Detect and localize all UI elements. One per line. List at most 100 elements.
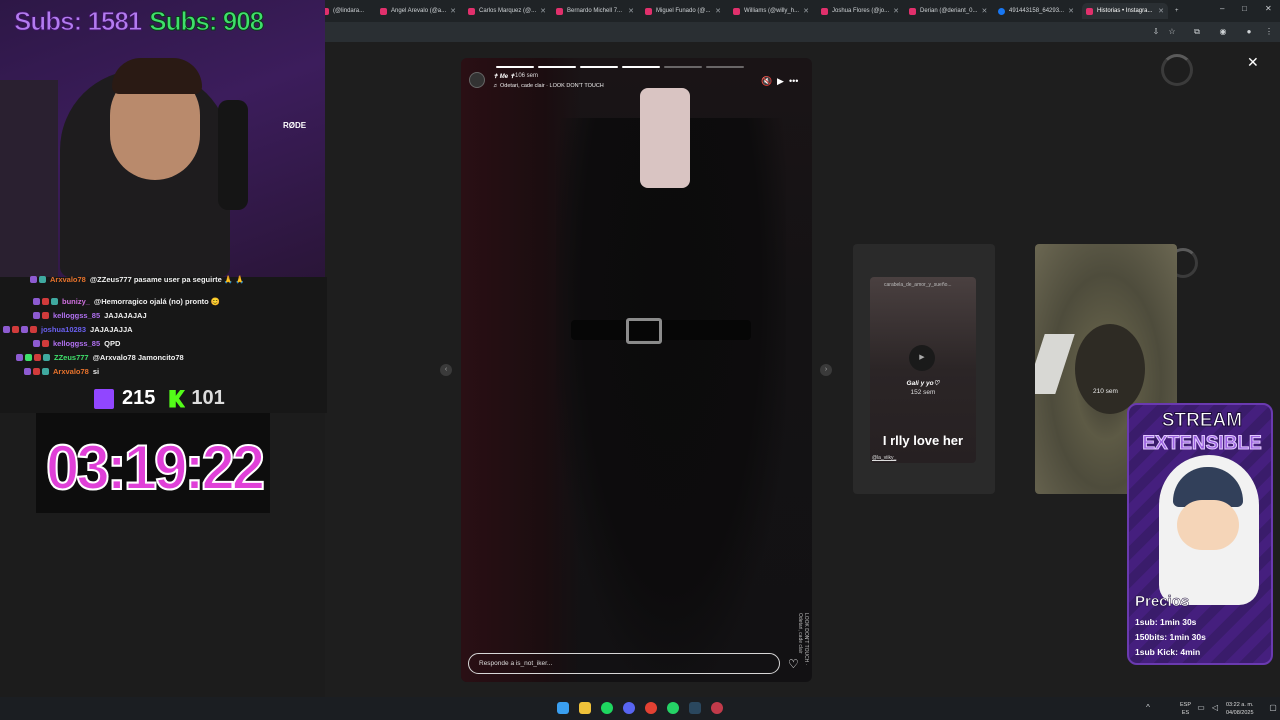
chat-message: joshua10283 JAJAJAJJA bbox=[3, 322, 133, 336]
instagram-icon bbox=[645, 7, 652, 15]
close-window-button[interactable]: ✕ bbox=[1265, 4, 1272, 13]
app-icon[interactable] bbox=[711, 702, 723, 714]
instagram-icon bbox=[556, 7, 563, 15]
mic-brand: RØDE bbox=[283, 121, 307, 130]
story-username[interactable]: ✝ Me ✝ bbox=[493, 73, 515, 80]
chat-message: bunizy_ @Hemorragico ojalá (no) pronto 😊 bbox=[33, 294, 220, 308]
mascot-face bbox=[1177, 500, 1239, 550]
twitch-viewer-count: 215 bbox=[122, 387, 156, 409]
price-item: 1sub: 1min 30s bbox=[1135, 617, 1197, 627]
volume-icon[interactable]: ◁ bbox=[1210, 703, 1220, 713]
windows-taskbar: ^ ESP ES ▭ ◁ 03:22 a. m. 04/08/2025 ▢ bbox=[0, 697, 1280, 720]
instagram-icon bbox=[1086, 7, 1093, 15]
close-tab-icon[interactable]: ✕ bbox=[803, 7, 809, 15]
instagram-icon bbox=[821, 7, 828, 15]
story-header: ✝ Me ✝ 106 sem ♬ Odetari, cade clair · L… bbox=[467, 72, 807, 94]
story-image-phone bbox=[640, 88, 690, 188]
webcam-overlay: RØDE Subs: 1581 Subs: 908 bbox=[0, 0, 325, 277]
close-icon[interactable]: ✕ bbox=[1247, 54, 1259, 71]
maximize-button[interactable]: □ bbox=[1242, 4, 1247, 13]
extensions-icon[interactable]: ⧉ bbox=[1192, 27, 1202, 37]
bookmark-star-icon[interactable]: ☆ bbox=[1167, 27, 1177, 37]
new-tab-button[interactable]: + bbox=[1171, 3, 1185, 19]
browser-tab[interactable]: Miguel Funado (@... ✕ bbox=[641, 3, 725, 19]
browser-tab[interactable]: Bernardo Michell 7... ✕ bbox=[552, 3, 638, 19]
panel-title: STREAM bbox=[1161, 410, 1243, 432]
preview-image-rock bbox=[1075, 324, 1145, 414]
close-tab-icon[interactable]: ✕ bbox=[628, 7, 634, 15]
browser-tab[interactable]: Joshua Flores (@jo... ✕ bbox=[817, 3, 901, 19]
instagram-icon bbox=[468, 7, 475, 15]
close-tab-icon[interactable]: ✕ bbox=[1158, 7, 1164, 15]
heart-icon[interactable]: ♡ bbox=[788, 657, 799, 671]
stream-extensible-panel: STREAM EXTENSIBLE Precios 1sub: 1min 30s… bbox=[1127, 403, 1273, 665]
more-options-icon[interactable]: ••• bbox=[789, 76, 798, 86]
incognito-icon[interactable]: ◉ bbox=[1218, 27, 1228, 37]
mute-icon[interactable]: 🔇 bbox=[761, 76, 772, 87]
browser-tab-active[interactable]: Historias • Instagra... ✕ bbox=[1082, 3, 1168, 19]
story-side-caption: LOOK DON'T TOUCH · Odetari, cade clair bbox=[797, 613, 809, 666]
preview-caption: Gali y yo♡ bbox=[906, 380, 940, 387]
panel-subtitle: EXTENSIBLE bbox=[1142, 433, 1262, 455]
discord-icon[interactable] bbox=[623, 702, 635, 714]
next-story-arrow[interactable]: › bbox=[820, 364, 832, 376]
steam-icon[interactable] bbox=[689, 702, 701, 714]
network-icon[interactable]: ▭ bbox=[1196, 703, 1206, 713]
stream-timer-box: 03:19:22 bbox=[36, 413, 270, 513]
close-tab-icon[interactable]: ✕ bbox=[981, 7, 987, 15]
loading-spinner bbox=[1161, 54, 1193, 86]
facebook-icon bbox=[998, 7, 1005, 15]
story-frame[interactable]: ✝ Me ✝ 106 sem ♬ Odetari, cade clair · L… bbox=[461, 58, 812, 682]
subs-kick: Subs: 908 bbox=[149, 6, 265, 37]
close-tab-icon[interactable]: ✕ bbox=[450, 7, 456, 15]
chat-message: kelloggss_85 QPD bbox=[33, 336, 120, 350]
profile-avatar-icon[interactable]: ● bbox=[1244, 27, 1254, 37]
input-language[interactable]: ESP ES bbox=[1180, 701, 1191, 717]
close-tab-icon[interactable]: ✕ bbox=[715, 7, 721, 15]
browser-tab[interactable]: Carlos Marquez (@... ✕ bbox=[464, 3, 548, 19]
chrome-icon[interactable] bbox=[645, 702, 657, 714]
browser-tab[interactable]: Angel Arevalo (@a... ✕ bbox=[376, 3, 460, 19]
story-preview-card[interactable]: carabela_de_amor_y_sueño... ▶ Gali y yo♡… bbox=[853, 244, 995, 494]
chat-message: Arxvalo78 si bbox=[24, 364, 99, 378]
close-tab-icon[interactable]: ✕ bbox=[1068, 7, 1074, 15]
install-app-icon[interactable]: ⇩ bbox=[1151, 27, 1161, 37]
browser-tab[interactable]: 491443158_64293... ✕ bbox=[994, 3, 1078, 19]
close-tab-icon[interactable]: ✕ bbox=[540, 7, 546, 15]
stream-timer: 03:19:22 bbox=[45, 431, 266, 503]
avatar[interactable] bbox=[469, 72, 485, 88]
story-progress-segment bbox=[706, 66, 744, 68]
chat-message: kelloggss_85 JAJAJAJAJ bbox=[33, 308, 147, 322]
story-progress-segment bbox=[580, 66, 618, 68]
story-preview-image: carabela_de_amor_y_sueño... ▶ Gali y yo♡… bbox=[870, 277, 976, 463]
story-image-buckle bbox=[626, 318, 662, 344]
spotify-icon[interactable] bbox=[601, 702, 613, 714]
menu-dots-icon[interactable]: ⋮ bbox=[1264, 27, 1274, 37]
system-clock[interactable]: 03:22 a. m. 04/08/2025 bbox=[1226, 701, 1254, 717]
prev-story-arrow[interactable]: ‹ bbox=[440, 364, 452, 376]
browser-tab[interactable]: (@lindara...✕ bbox=[318, 3, 368, 19]
reply-input[interactable]: Responde a is_not_iker... bbox=[468, 653, 780, 674]
story-progress-segment bbox=[496, 66, 534, 68]
minimize-button[interactable]: – bbox=[1220, 4, 1224, 13]
play-icon[interactable]: ▶ bbox=[777, 76, 784, 87]
story-image-figure bbox=[556, 118, 786, 678]
instagram-icon bbox=[909, 7, 916, 15]
close-tab-icon[interactable]: ✕ bbox=[893, 7, 899, 15]
preview-text: I rlly love her bbox=[882, 433, 964, 448]
story-progress-segment bbox=[664, 66, 702, 68]
start-menu-icon[interactable] bbox=[557, 702, 569, 714]
preview-timestamp: 210 sem bbox=[1093, 388, 1118, 395]
chevron-up-icon[interactable]: ^ bbox=[1143, 703, 1153, 713]
browser-tab[interactable]: Williams (@willy_h... ✕ bbox=[729, 3, 813, 19]
browser-tab[interactable]: Derian (@deriant_0... ✕ bbox=[905, 3, 989, 19]
chat-message: ZZeus777 @Arxvalo78 Jamoncito78 bbox=[16, 350, 184, 364]
story-song[interactable]: ♬ Odetari, cade clair · LOOK DON'T TOUCH bbox=[493, 83, 604, 89]
story-progress-segment-current bbox=[622, 66, 660, 68]
webcam-chair bbox=[0, 80, 58, 277]
notifications-icon[interactable]: ▢ bbox=[1268, 703, 1278, 713]
whatsapp-icon[interactable] bbox=[667, 702, 679, 714]
file-explorer-icon[interactable] bbox=[579, 702, 591, 714]
preview-username: carabela_de_amor_y_sueño... bbox=[884, 282, 952, 288]
webcam-hair bbox=[112, 58, 202, 94]
